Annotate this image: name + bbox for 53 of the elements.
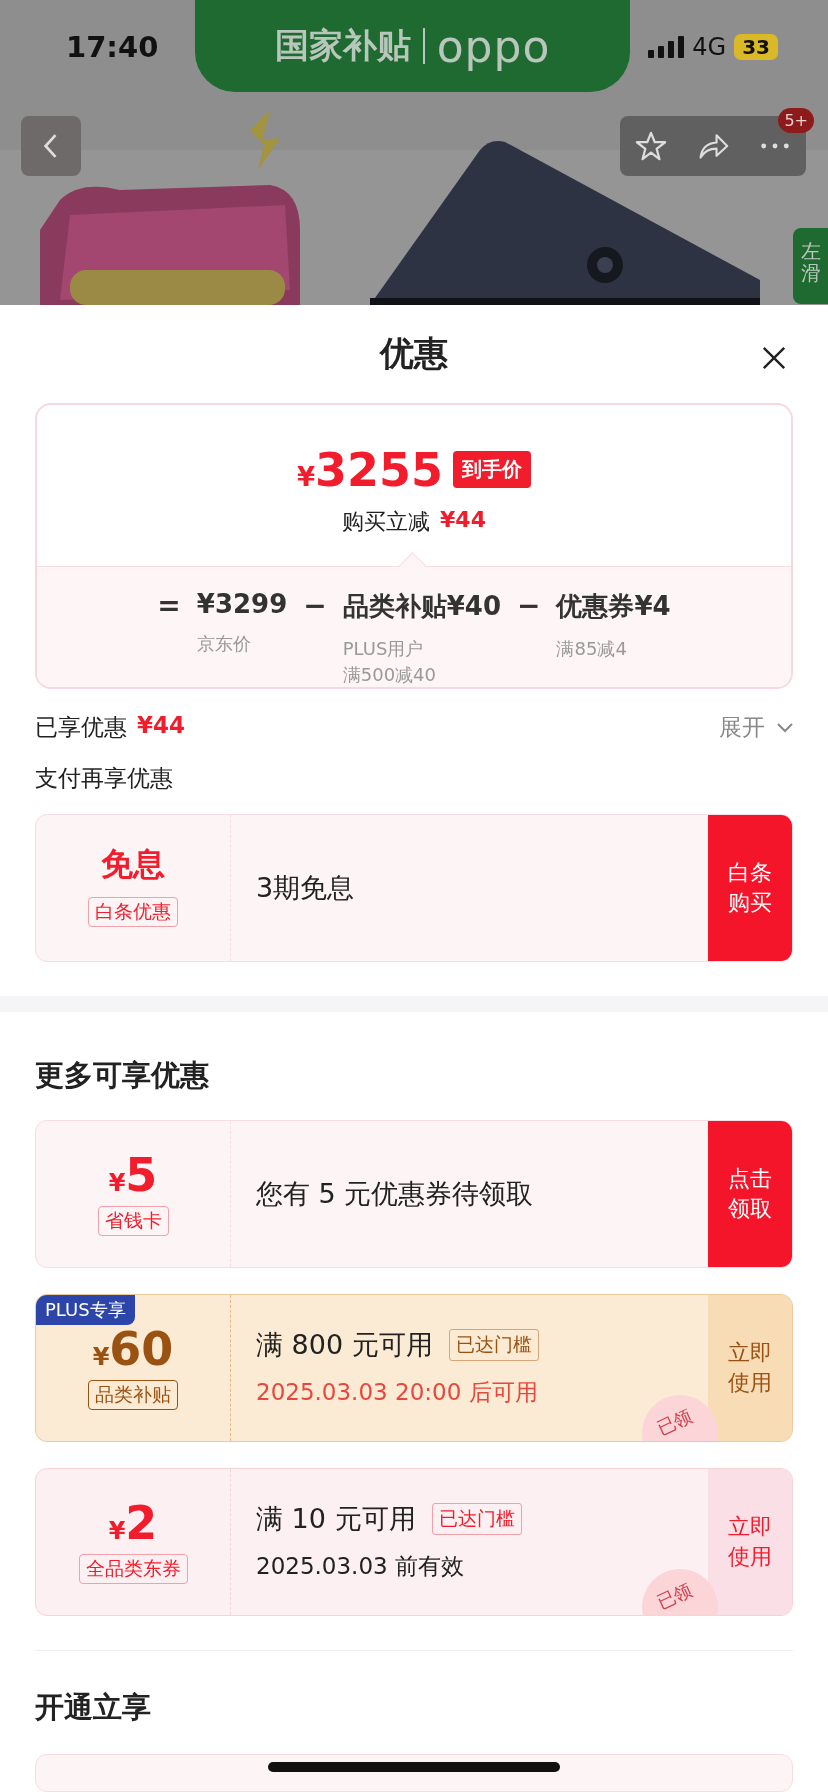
breakdown-note: 京东价	[196, 632, 252, 657]
coupon-tag: 省钱卡	[97, 1205, 169, 1236]
battery-indicator: 33	[734, 34, 778, 60]
chevron-icon	[777, 722, 793, 733]
coupon-action-button[interactable]: 立即使用	[708, 1294, 792, 1441]
coupon-value: ¥60	[92, 1325, 174, 1374]
operator-sign: =	[157, 589, 181, 623]
coupon-action-button[interactable]: 立即使用	[708, 1468, 792, 1615]
breakdown-amount: 品类补贴¥40	[342, 590, 501, 624]
close-icon[interactable]	[761, 345, 787, 371]
expand-toggle[interactable]: 展开	[719, 712, 793, 744]
final-price: ¥3255	[296, 442, 444, 497]
enjoyed-label: 已享优惠	[35, 713, 127, 743]
network-label: 4G	[692, 33, 727, 61]
operator-sign: −	[517, 589, 541, 623]
operator-sign: −	[303, 589, 327, 623]
threshold-tag: 已达门槛	[431, 1503, 522, 1536]
enjoyed-amount: ¥44	[137, 712, 185, 741]
brand-logo: oppo	[436, 20, 551, 72]
coupon-value: ¥2	[108, 1499, 158, 1548]
star-icon[interactable]	[635, 130, 667, 162]
signal-icon	[648, 36, 685, 58]
coupon-tag: 白条优惠	[88, 897, 178, 928]
threshold-tag: 已达门槛	[448, 1329, 539, 1362]
breakdown-note: PLUS用户 满500减40	[342, 637, 437, 687]
status-time: 17:40	[66, 30, 159, 64]
plus-label: PLUS专享	[36, 1294, 135, 1325]
breakdown-amount: 优惠券¥4	[556, 590, 671, 624]
coupon-headline: 满 10 元可用	[256, 1502, 416, 1537]
coupon-action-button[interactable]: 点击领取	[708, 1120, 792, 1267]
section-title: 支付再享优惠	[35, 763, 174, 793]
coupon-headline: 3期免息	[256, 870, 355, 905]
price-tag: 到手价	[453, 451, 532, 489]
section-title: 开通立享	[35, 1689, 152, 1727]
sheet-title: 优惠	[380, 331, 448, 375]
discount-value: ¥44	[440, 506, 486, 534]
breakdown-note: 满85减4	[556, 637, 628, 662]
side-tab[interactable]: 左滑	[793, 228, 828, 304]
discount-label: 购买立减	[342, 507, 431, 536]
breakdown-amount: ¥3299	[196, 589, 288, 620]
coupon-tag: 品类补贴	[88, 1379, 178, 1410]
coupon-tag: 全品类东券	[78, 1553, 188, 1584]
coupon-headline: 满 800 元可用	[256, 1328, 433, 1363]
notification-badge: 5+	[778, 108, 814, 133]
section-title: 更多可享优惠	[35, 1056, 210, 1094]
coupon-headline: 您有 5 元优惠券待领取	[256, 1176, 534, 1211]
coupon-validity: 2025.03.03 前有效	[256, 1552, 465, 1582]
back-button[interactable]	[21, 116, 81, 176]
coupon-validity: 2025.03.03 20:00 后可用	[256, 1378, 539, 1408]
coupon-value: ¥5	[108, 1151, 158, 1200]
banner-title: 国家补贴	[274, 24, 411, 67]
coupon-action-button[interactable]: 白条购买	[708, 814, 792, 961]
coupon-value: 免息	[101, 847, 165, 882]
